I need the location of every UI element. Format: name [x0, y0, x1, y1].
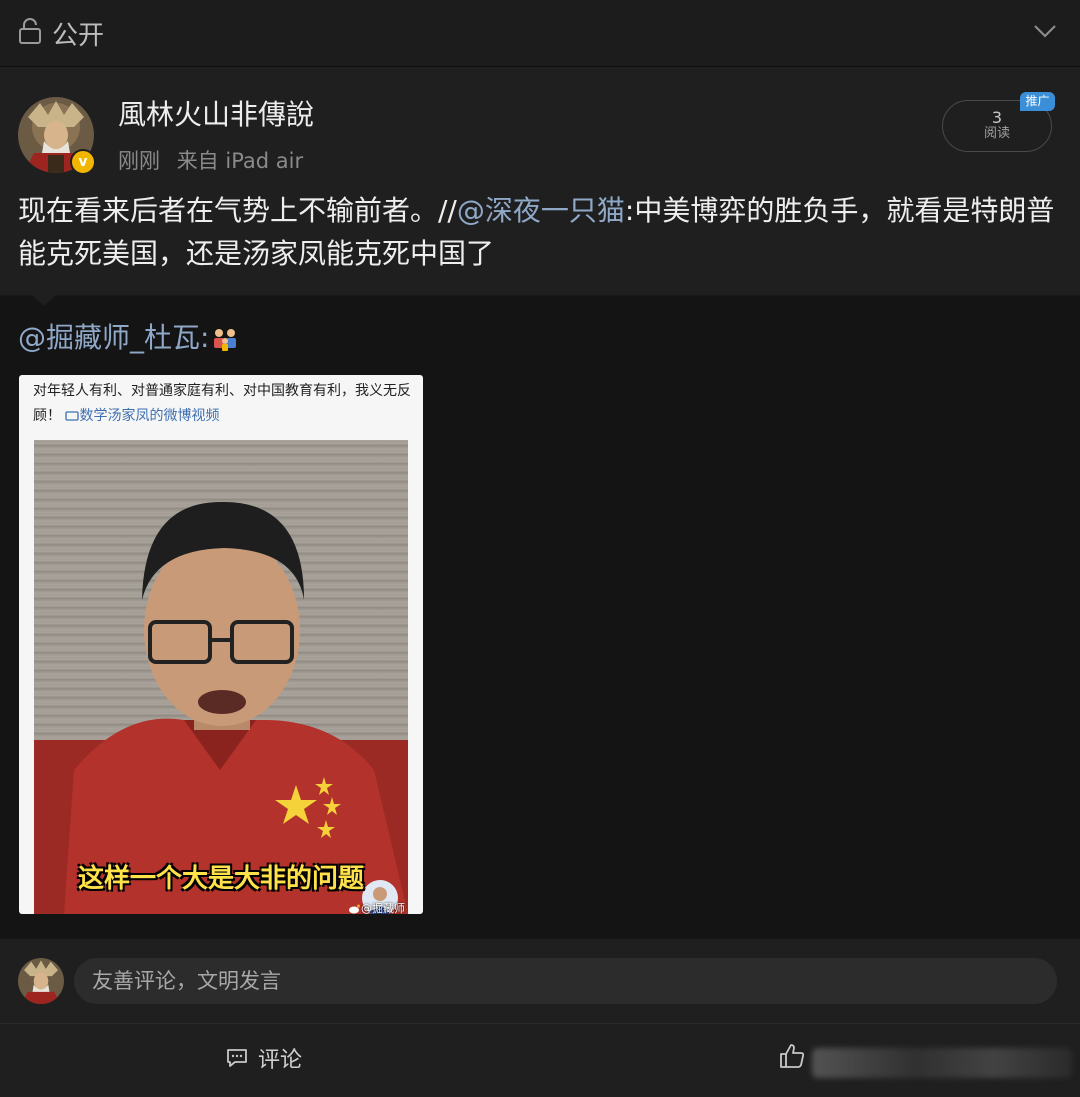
video-thumbnail[interactable]: 这样一个大是大非的问题 @掘藏师_杜瓦 [34, 440, 408, 914]
visibility-bar[interactable]: 公开 [0, 0, 1080, 67]
video-card[interactable]: 对年轻人有利、对普通家庭有利、对中国教育有利，我义无反顾！ 数学汤家凤的微博视频 [19, 375, 423, 914]
video-icon [65, 411, 80, 421]
comment-input[interactable] [74, 958, 1057, 1004]
comment-button[interactable]: 评论 [226, 1042, 302, 1076]
lock-icon [19, 18, 41, 44]
post-meta: 刚刚 来自 iPad air [118, 145, 303, 175]
mention-link[interactable]: @深夜一只猫 [457, 194, 625, 227]
blurred-overlay [812, 1048, 1072, 1078]
post-card: v 風林火山非傳說 刚刚 来自 iPad air 3 阅读 推广 现在看来后者在… [0, 67, 1080, 295]
author-name[interactable]: 風林火山非傳說 [118, 93, 314, 133]
post-time: 刚刚 [118, 149, 160, 173]
video-subtitle: 这样一个大是大非的问题 [77, 864, 364, 894]
comment-bar [0, 939, 1080, 1024]
post-source: 来自 iPad air [176, 149, 304, 173]
weibo-icon [349, 904, 360, 914]
family-emoji-icon [214, 329, 237, 351]
repost-card: @掘藏师_杜瓦: 对年轻人有利、对普通家庭有利、对中国教育有利，我义无反顾！ 数… [0, 295, 1080, 938]
visibility-label: 公开 [52, 21, 105, 51]
post-text-before: 现在看来后者在气势上不输前者。// [18, 194, 457, 227]
repost-author-suffix: : [200, 321, 210, 354]
video-link-text[interactable]: 数学汤家凤的微博视频 [79, 408, 219, 424]
post-text: 现在看来后者在气势上不输前者。//@深夜一只猫:中美博弈的胜负手，就看是特朗普能… [18, 189, 1058, 275]
promo-badge[interactable]: 推广 [1020, 92, 1055, 111]
video-link[interactable]: 数学汤家凤的微博视频 [65, 408, 219, 424]
verified-icon: v [70, 149, 96, 175]
current-user-avatar[interactable] [18, 958, 64, 1004]
video-caption: 对年轻人有利、对普通家庭有利、对中国教育有利，我义无反顾！ 数学汤家凤的微博视频 [33, 379, 413, 429]
chevron-down-icon[interactable] [1032, 20, 1058, 42]
action-bar: 评论 [0, 1024, 1080, 1097]
like-icon[interactable] [778, 1042, 806, 1070]
video-watermark: @掘藏师_杜瓦 [349, 900, 408, 914]
video-frame [34, 501, 408, 914]
comment-label: 评论 [258, 1048, 303, 1073]
repost-author[interactable]: @掘藏师_杜瓦: [18, 316, 239, 356]
repost-pointer [32, 295, 56, 306]
read-count: 3 [991, 108, 1003, 127]
repost-author-link[interactable]: @掘藏师_杜瓦 [18, 321, 200, 354]
read-label: 阅读 [983, 126, 1010, 141]
comment-icon [227, 1049, 247, 1067]
